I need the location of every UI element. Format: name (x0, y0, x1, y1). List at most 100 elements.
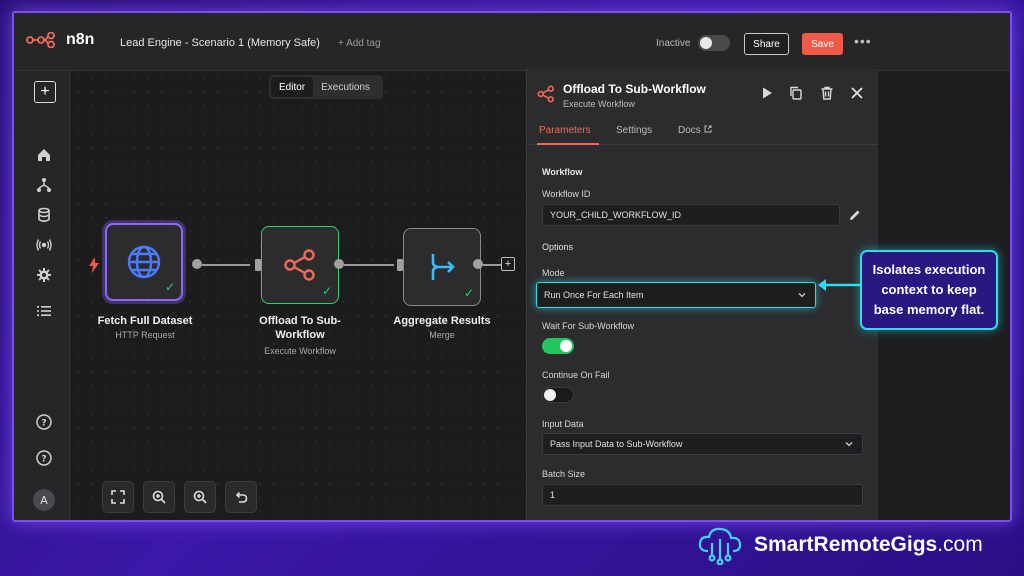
svg-text:A: A (40, 494, 48, 507)
tab-parameters[interactable]: Parameters (539, 125, 591, 136)
avatar[interactable]: A (33, 489, 55, 511)
share-icon (284, 249, 315, 281)
connection (483, 264, 501, 266)
node-subtitle: Execute Workflow (264, 346, 336, 356)
add-next-node-button[interactable]: + (501, 257, 515, 271)
options-heading: Options (542, 242, 574, 252)
help-icon[interactable]: ? (36, 414, 52, 430)
annotation-callout: Isolates execution context to keep base … (860, 250, 998, 330)
chevron-down-icon (845, 442, 853, 447)
undo-button[interactable] (225, 481, 257, 513)
wait-for-sub-workflow-label: Wait For Sub-Workflow (542, 321, 635, 331)
continue-on-fail-toggle[interactable] (542, 387, 574, 403)
node-title: Offload To Sub-Workflow (259, 315, 341, 341)
tab-docs-label: Docs (678, 125, 701, 136)
node-offload-sub-workflow[interactable]: ✓ (261, 226, 339, 304)
more-options-icon[interactable]: ••• (854, 33, 872, 49)
node-subtitle: Merge (429, 330, 455, 340)
output-handle[interactable] (334, 259, 344, 269)
svg-text:?: ? (41, 419, 46, 429)
wait-for-sub-workflow-toggle[interactable] (542, 338, 574, 354)
fit-view-button[interactable] (102, 481, 134, 513)
share-icon (537, 85, 554, 103)
section-workflow-heading: Workflow (542, 167, 583, 177)
node-title: Fetch Full Dataset (97, 315, 193, 327)
workflows-icon[interactable] (36, 177, 52, 193)
logo-text: n8n (66, 31, 95, 48)
mode-select[interactable]: Run Once For Each Item (536, 282, 816, 308)
external-link-icon (704, 125, 712, 133)
add-node-button[interactable]: + (34, 81, 56, 103)
svg-text:?: ? (41, 455, 46, 465)
node-subtitle: HTTP Request (115, 330, 175, 340)
callout-text: Isolates execution context to keep base … (872, 262, 986, 317)
success-check-icon: ✓ (463, 286, 474, 300)
cloud-circuit-logo-icon (698, 527, 742, 565)
workflow-title[interactable]: Lead Engine - Scenario 1 (Memory Safe) (120, 37, 320, 49)
zoom-out-button[interactable] (184, 481, 216, 513)
trigger-bolt-icon (89, 257, 99, 273)
zoom-in-button[interactable] (143, 481, 175, 513)
home-icon[interactable] (36, 147, 52, 163)
database-icon[interactable] (36, 207, 52, 223)
activate-toggle[interactable] (698, 35, 730, 51)
trash-icon[interactable] (820, 86, 834, 100)
settings-gear-icon[interactable] (36, 267, 52, 283)
n8n-logo-icon (26, 32, 55, 48)
node-fetch-full-dataset[interactable]: ✓ (105, 223, 183, 301)
add-tag-button[interactable]: + Add tag (338, 38, 381, 49)
input-data-select[interactable]: Pass Input Data to Sub-Workflow (542, 433, 863, 455)
logo[interactable]: n8n (26, 31, 94, 49)
output-handle[interactable] (473, 259, 483, 269)
panel-tabs: Parameters Settings Docs (527, 119, 878, 145)
panel-title[interactable]: Offload To Sub-Workflow (563, 82, 706, 96)
success-check-icon: ✓ (321, 284, 332, 298)
view-switcher: Editor Executions (269, 75, 383, 99)
input-data-value: Pass Input Data to Sub-Workflow (550, 439, 683, 449)
globe-icon (127, 245, 161, 279)
brand-name-suffix: .com (937, 533, 983, 556)
pencil-icon[interactable] (849, 209, 861, 221)
broadcast-icon[interactable] (36, 237, 52, 253)
copy-icon[interactable] (789, 86, 803, 100)
tab-editor[interactable]: Editor (271, 77, 314, 97)
input-data-label: Input Data (542, 419, 584, 429)
output-handle[interactable] (192, 259, 202, 269)
share-button[interactable]: Share (744, 33, 789, 55)
success-check-icon: ✓ (164, 280, 175, 294)
mode-label: Mode (542, 268, 565, 278)
panel-subtitle: Execute Workflow (563, 99, 635, 109)
connection[interactable] (202, 264, 250, 266)
top-bar: n8n Lead Engine - Scenario 1 (Memory Saf… (14, 13, 1010, 71)
close-icon[interactable] (850, 86, 864, 100)
list-icon[interactable] (36, 303, 52, 319)
node-settings-panel: Offload To Sub-Workflow Execute Workflow… (526, 69, 878, 520)
workflow-canvas[interactable]: Editor Executions ✓ Fetch Full Dataset H… (71, 71, 526, 520)
continue-on-fail-label: Continue On Fail (542, 370, 610, 380)
help-secondary-icon[interactable]: ? (36, 450, 52, 466)
batch-size-input[interactable]: 1 (542, 484, 863, 506)
active-tab-indicator (537, 143, 599, 145)
workflow-id-value: YOUR_CHILD_WORKFLOW_ID (550, 210, 682, 220)
workflow-id-label: Workflow ID (542, 189, 591, 199)
tab-executions[interactable]: Executions (313, 77, 378, 97)
zoom-in-icon (152, 490, 166, 504)
tab-docs[interactable]: Docs (678, 125, 712, 136)
execute-node-icon[interactable] (760, 86, 774, 100)
brand-name-bold: SmartRemoteGigs (754, 533, 938, 556)
tab-settings[interactable]: Settings (616, 125, 652, 136)
left-sidebar: + ? ? A (14, 71, 70, 520)
zoom-out-icon (193, 490, 207, 504)
workflow-id-input[interactable]: YOUR_CHILD_WORKFLOW_ID (542, 204, 840, 226)
mode-value: Run Once For Each Item (544, 290, 644, 300)
connection[interactable] (344, 264, 394, 266)
save-button[interactable]: Save (802, 33, 843, 55)
node-title: Aggregate Results (393, 315, 491, 327)
batch-size-value: 1 (550, 490, 556, 500)
chevron-down-icon (798, 293, 806, 298)
merge-icon (431, 254, 455, 280)
undo-icon (235, 491, 248, 503)
fit-view-icon (111, 490, 125, 504)
batch-size-label: Batch Size (542, 469, 586, 479)
node-aggregate-results[interactable]: ✓ (403, 228, 481, 306)
